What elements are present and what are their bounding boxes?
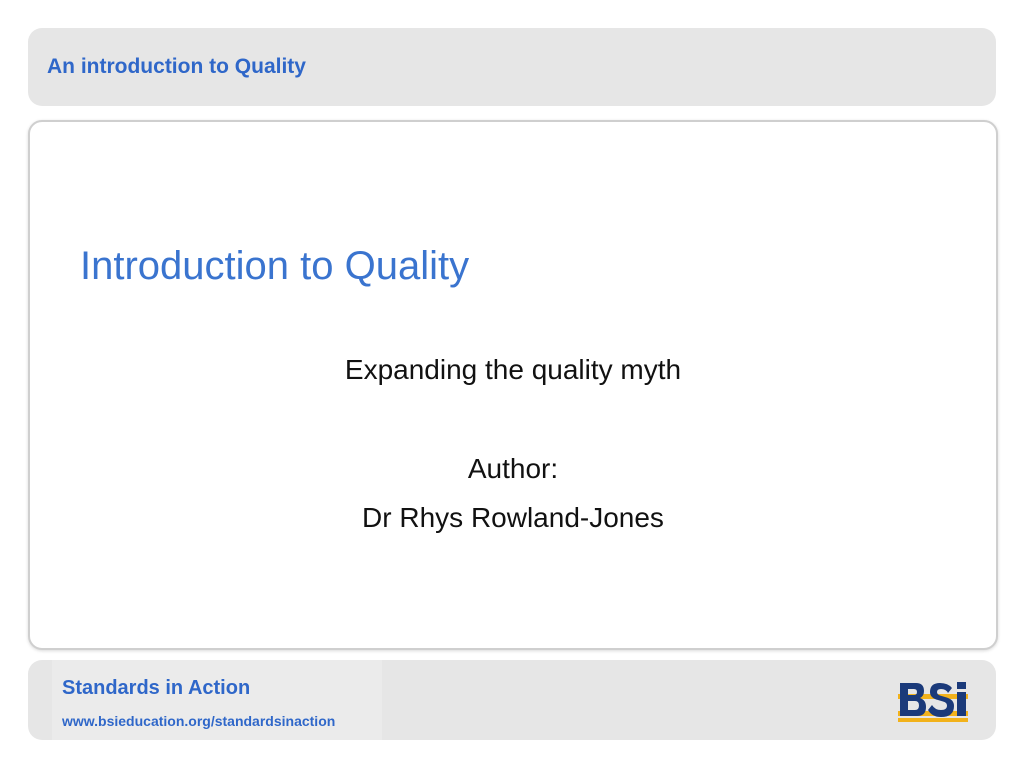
header-bar: An introduction to Quality xyxy=(28,28,996,106)
content-panel: Introduction to Quality Expanding the qu… xyxy=(28,120,998,650)
footer-url-link[interactable]: www.bsieducation.org/standardsinaction xyxy=(62,713,335,729)
slide-title: Introduction to Quality xyxy=(80,244,470,288)
author-label: Author: xyxy=(467,453,559,484)
subtitle-line: Expanding the quality myth xyxy=(344,354,682,385)
author-name: Dr Rhys Rowland-Jones xyxy=(362,502,664,533)
footer-text-block: Standards in Action www.bsieducation.org… xyxy=(52,660,382,740)
header-title: An introduction to Quality xyxy=(47,55,306,78)
footer-title: Standards in Action xyxy=(62,677,251,699)
bsi-logo-icon xyxy=(896,680,972,729)
slide: An introduction to Quality Introduction … xyxy=(0,0,1024,768)
footer-bar: Standards in Action www.bsieducation.org… xyxy=(28,660,996,740)
